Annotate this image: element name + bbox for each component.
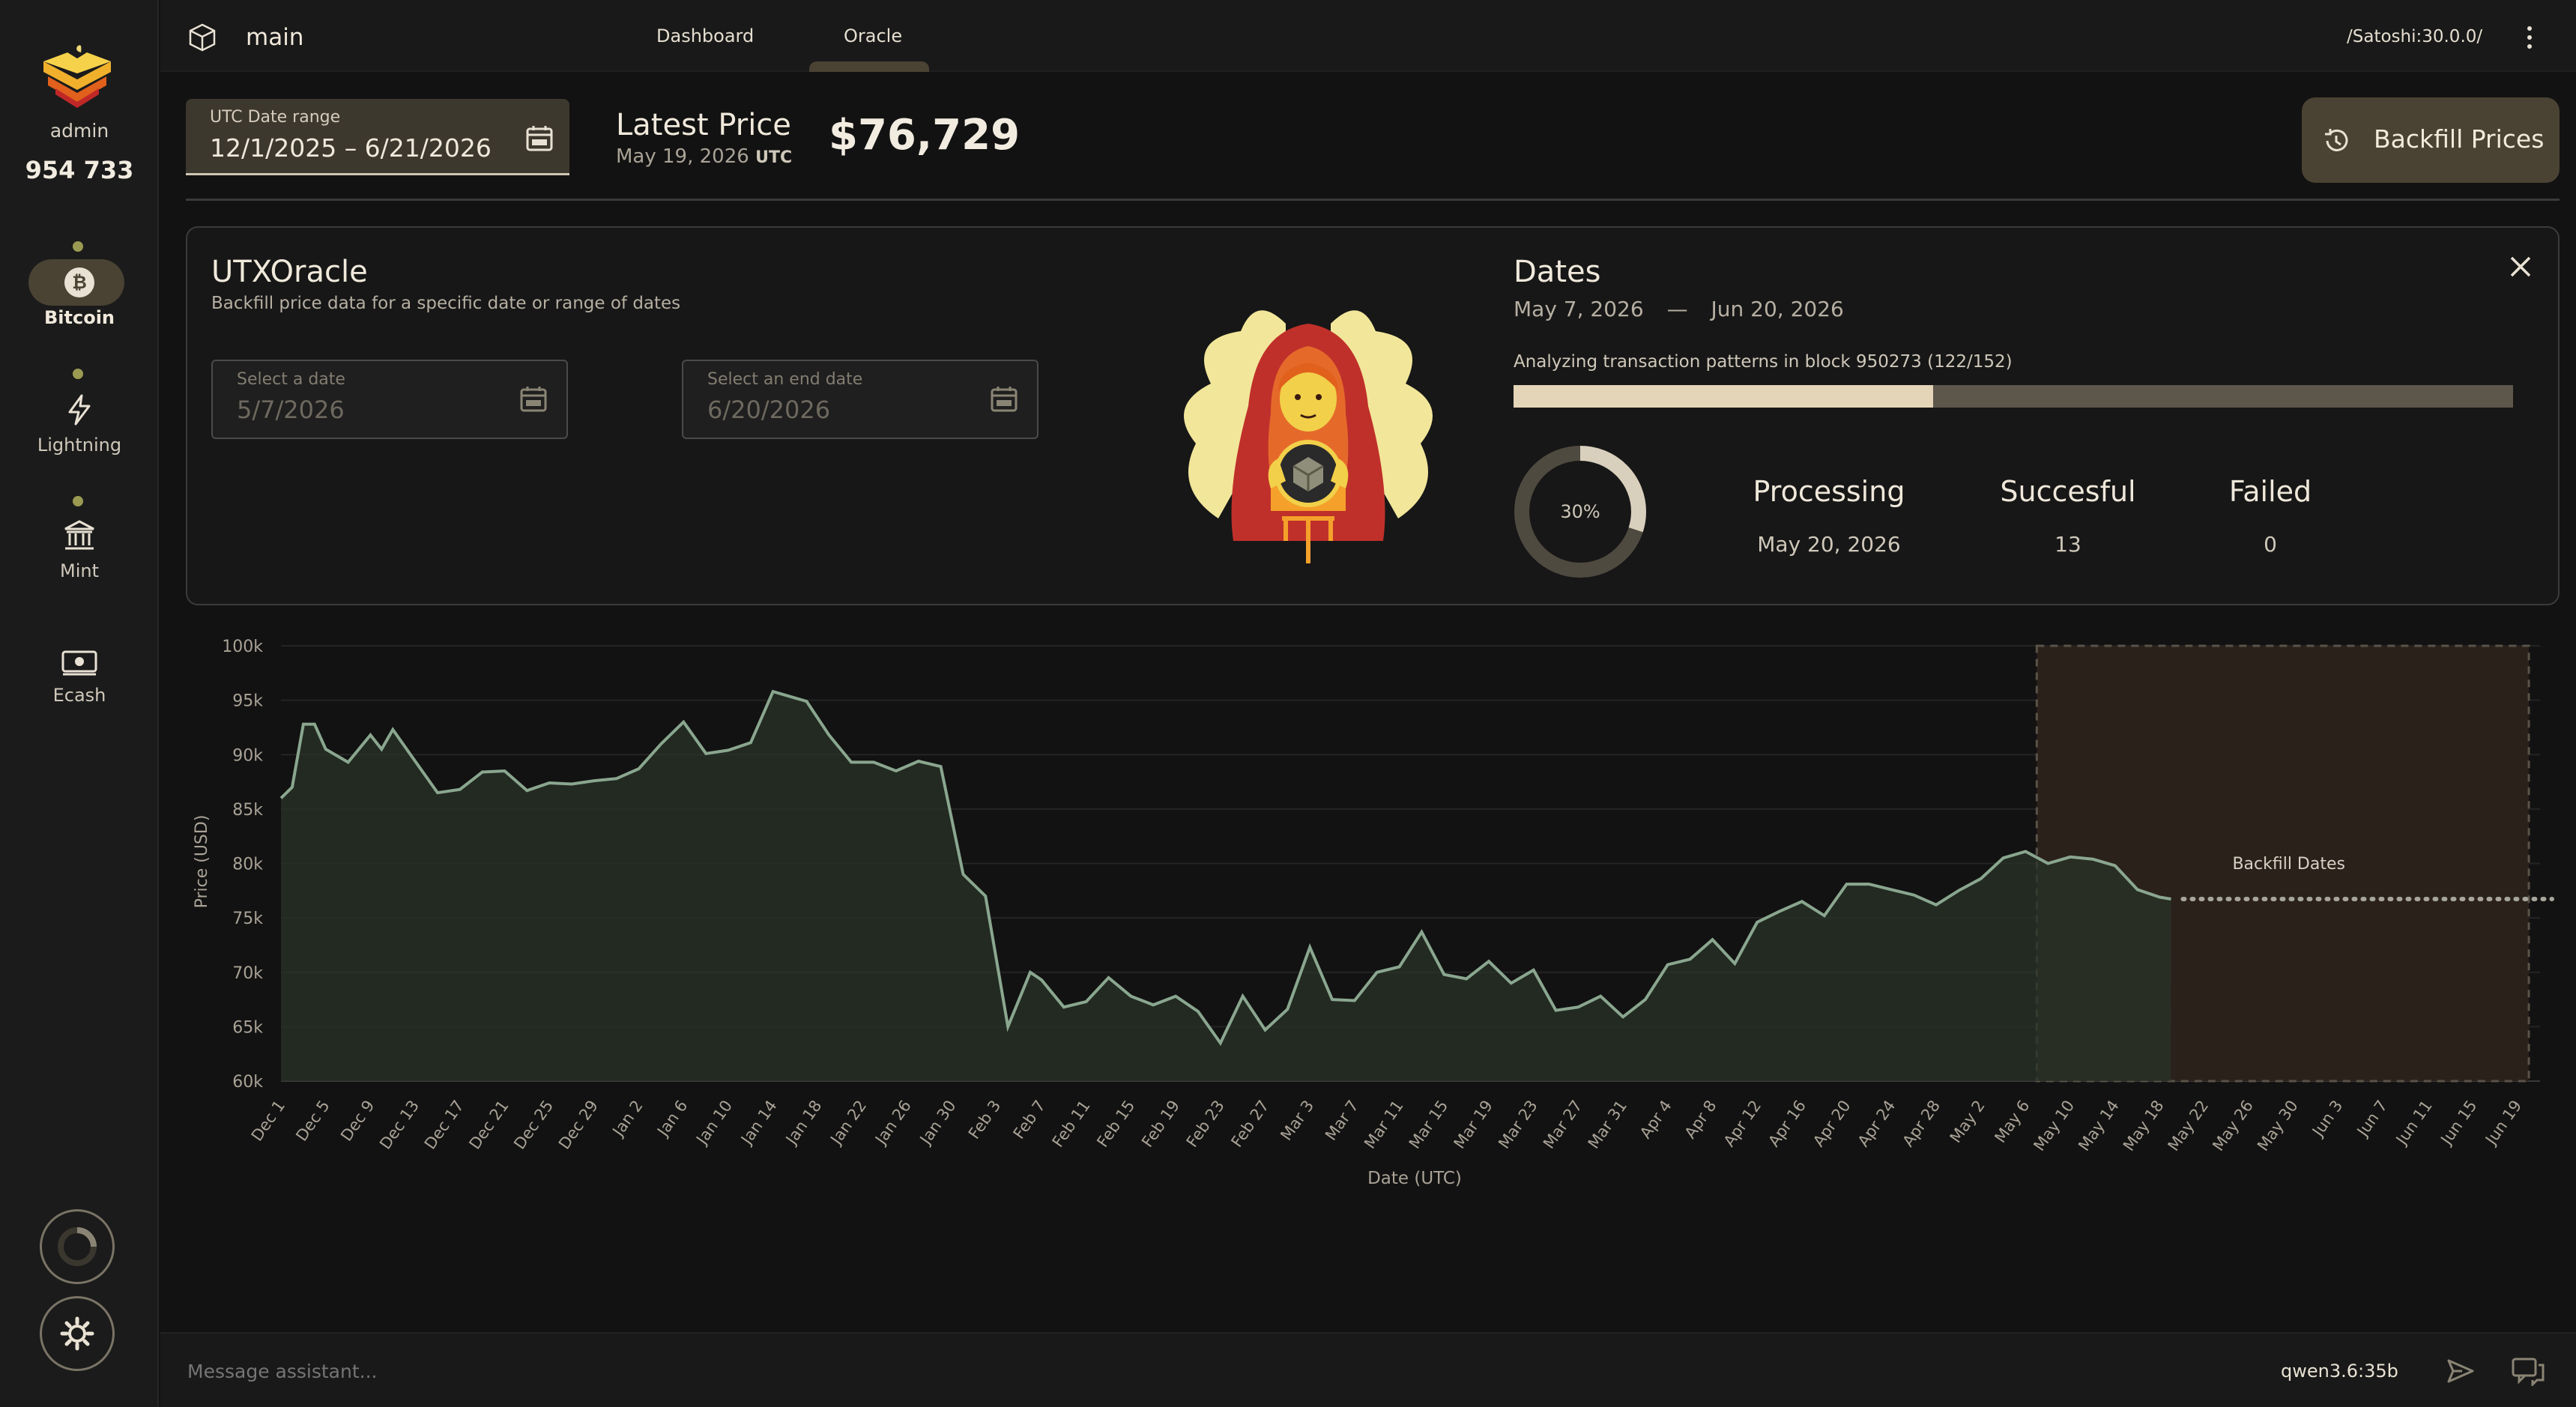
x-tick-label: Jan 10 xyxy=(692,1097,737,1149)
x-tick-label: Feb 11 xyxy=(1049,1097,1094,1151)
chat-history-icon[interactable] xyxy=(2512,1356,2545,1386)
x-tick-label: Jan 18 xyxy=(781,1097,826,1149)
x-tick-label: Apr 20 xyxy=(1809,1097,1854,1150)
chat-bar: qwen3.6:35b xyxy=(160,1332,2576,1407)
x-tick-label: Dec 29 xyxy=(555,1097,602,1152)
x-tick-label: Jun 7 xyxy=(2353,1097,2391,1141)
x-tick-label: Dec 17 xyxy=(421,1097,468,1152)
x-tick-label: Dec 5 xyxy=(292,1097,333,1144)
x-tick-label: Jun 3 xyxy=(2308,1097,2346,1141)
x-tick-label: Jan 26 xyxy=(871,1097,915,1149)
x-tick-label: Jan 2 xyxy=(608,1097,647,1140)
x-tick-label: Apr 16 xyxy=(1765,1097,1809,1150)
x-tick-label: May 2 xyxy=(1947,1097,1989,1146)
y-tick-label: 85k xyxy=(232,801,263,820)
x-tick-label: Feb 19 xyxy=(1138,1097,1183,1151)
x-tick-label: Jan 6 xyxy=(653,1097,692,1140)
x-tick-label: May 26 xyxy=(2209,1097,2257,1155)
x-tick-label: Dec 25 xyxy=(510,1097,557,1152)
x-tick-label: Mar 23 xyxy=(1495,1097,1541,1152)
x-tick-label: Mar 7 xyxy=(1322,1097,1362,1144)
y-tick-label: 90k xyxy=(232,746,263,765)
x-tick-label: Mar 11 xyxy=(1361,1097,1407,1152)
x-tick-label: Feb 23 xyxy=(1183,1097,1228,1151)
y-tick-label: 75k xyxy=(232,910,263,928)
x-tick-label: May 18 xyxy=(2120,1097,2168,1155)
x-tick-label: Apr 24 xyxy=(1854,1097,1899,1150)
x-tick-label: May 10 xyxy=(2030,1097,2078,1155)
x-axis-label: Date (UTC) xyxy=(1367,1169,1462,1188)
gear-icon xyxy=(60,1316,94,1351)
y-tick-label: 100k xyxy=(222,638,263,656)
x-tick-label: Jun 15 xyxy=(2437,1097,2481,1149)
x-tick-label: Apr 28 xyxy=(1899,1097,1944,1150)
y-tick-label: 65k xyxy=(232,1018,263,1037)
x-tick-label: Apr 4 xyxy=(1636,1097,1675,1142)
x-tick-label: Mar 31 xyxy=(1585,1097,1631,1152)
x-tick-label: Dec 21 xyxy=(465,1097,512,1152)
settings-button[interactable] xyxy=(40,1296,115,1371)
x-tick-label: Mar 3 xyxy=(1277,1097,1317,1144)
x-tick-label: May 30 xyxy=(2254,1097,2302,1155)
x-tick-label: Jan 22 xyxy=(826,1097,871,1149)
message-input[interactable] xyxy=(187,1350,2135,1392)
x-tick-label: Apr 8 xyxy=(1681,1097,1720,1142)
x-tick-label: Mar 27 xyxy=(1540,1097,1586,1152)
backfill-region-label: Backfill Dates xyxy=(2232,855,2345,874)
y-axis-label: Price (USD) xyxy=(193,815,211,909)
x-tick-label: May 22 xyxy=(2165,1097,2213,1155)
price-area xyxy=(281,692,2171,1081)
y-tick-label: 95k xyxy=(232,692,263,711)
x-tick-label: May 14 xyxy=(2075,1097,2123,1155)
x-tick-label: Feb 7 xyxy=(1010,1097,1049,1143)
x-tick-label: Feb 15 xyxy=(1093,1097,1138,1151)
x-tick-label: Feb 3 xyxy=(965,1097,1004,1143)
x-tick-label: Apr 12 xyxy=(1720,1097,1765,1150)
y-tick-label: 70k xyxy=(232,964,263,983)
x-tick-label: May 6 xyxy=(1991,1097,2033,1146)
x-tick-label: Jun 19 xyxy=(2481,1097,2525,1149)
x-tick-label: Feb 27 xyxy=(1227,1097,1272,1151)
x-tick-label: Jan 30 xyxy=(916,1097,960,1149)
model-name[interactable]: qwen3.6:35b xyxy=(2281,1361,2398,1382)
x-tick-label: Dec 13 xyxy=(376,1097,423,1152)
send-icon[interactable] xyxy=(2446,1356,2476,1386)
x-tick-label: Jun 11 xyxy=(2392,1097,2436,1149)
x-tick-label: Dec 9 xyxy=(337,1097,378,1144)
x-tick-label: Mar 15 xyxy=(1406,1097,1452,1152)
x-tick-label: Mar 19 xyxy=(1451,1097,1497,1152)
x-tick-label: Jan 14 xyxy=(737,1097,781,1149)
x-tick-label: Dec 1 xyxy=(248,1097,288,1144)
y-tick-label: 60k xyxy=(232,1073,263,1092)
y-tick-label: 80k xyxy=(232,856,263,874)
price-chart: Backfill Dates 60k 65k 70k 75k 80k 85k 90k 95k 1… xyxy=(193,638,2554,1188)
